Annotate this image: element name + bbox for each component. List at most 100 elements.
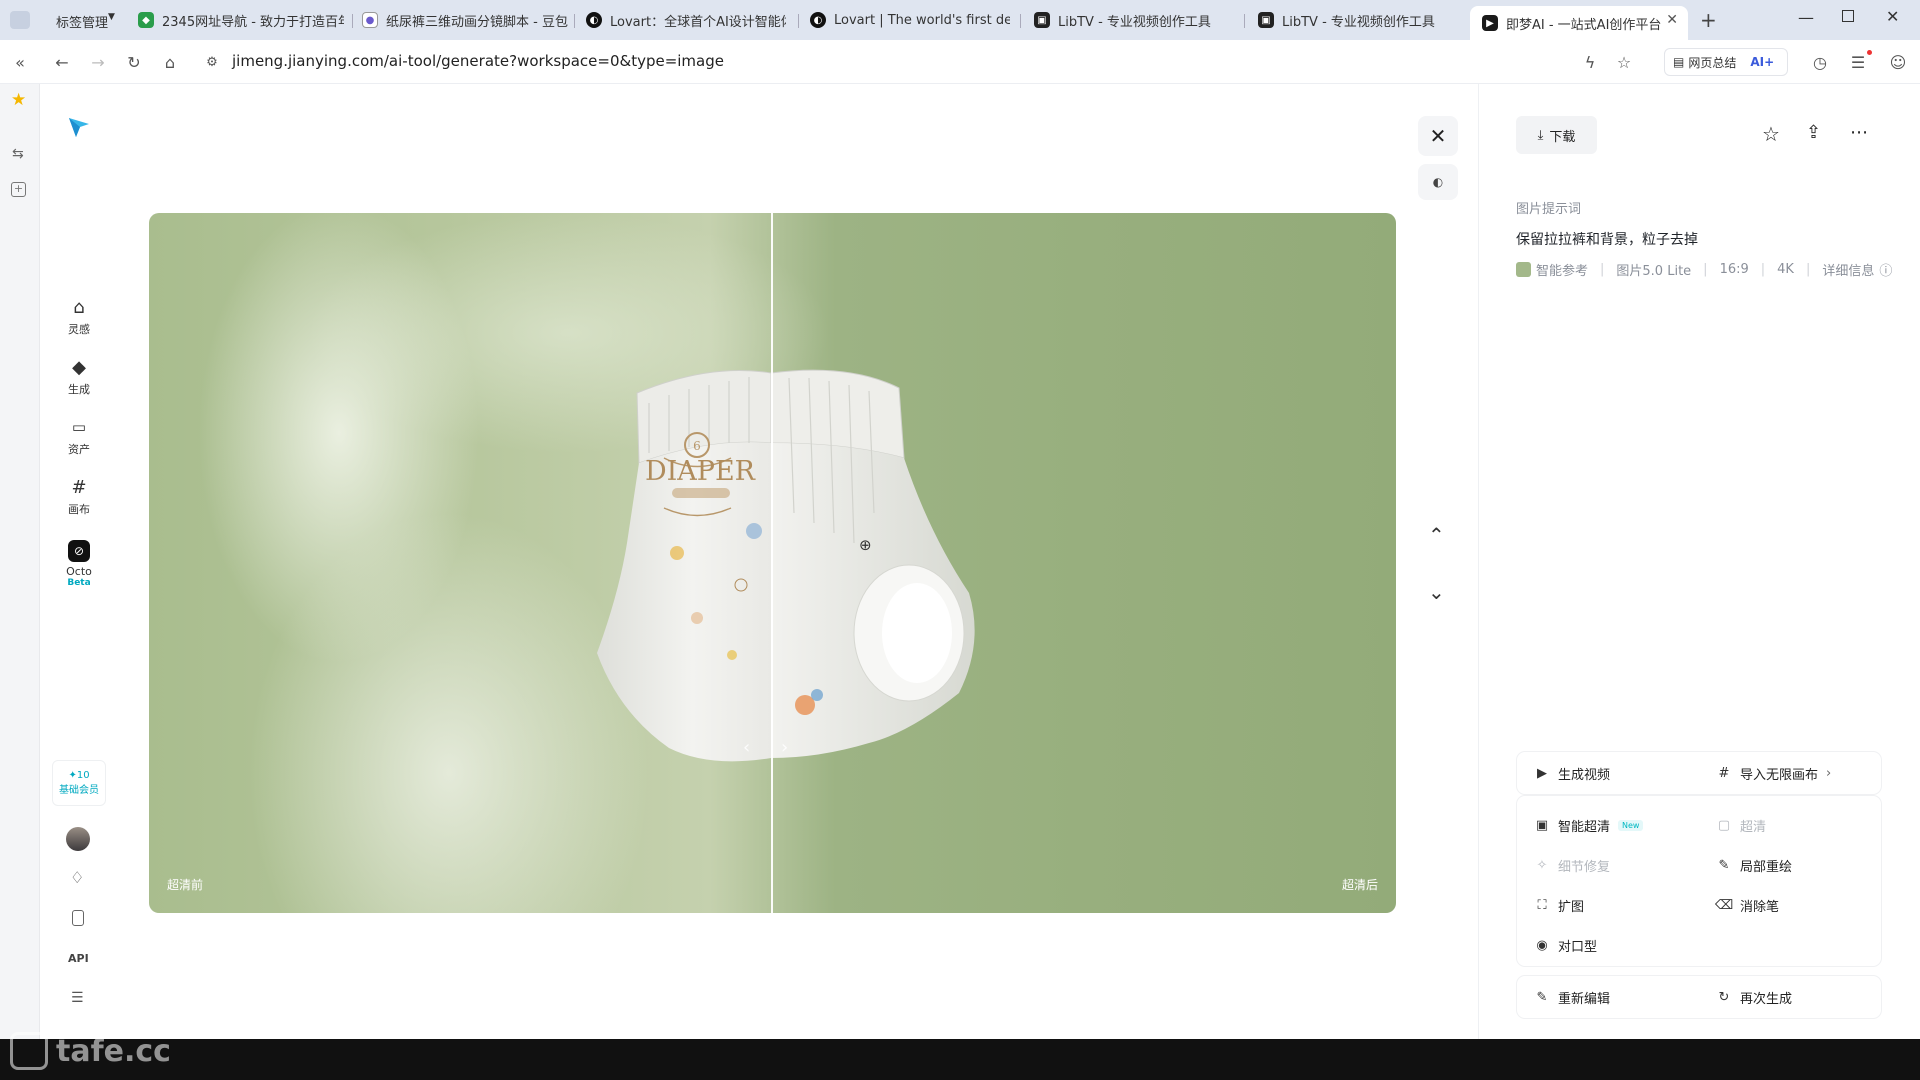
compare-slider-line[interactable]: [771, 213, 773, 913]
tab-favicon-icon: ◐: [810, 12, 826, 28]
tab-favicon-icon: ▣: [1034, 12, 1050, 28]
beta-badge: Beta: [67, 578, 91, 588]
chevron-down-icon[interactable]: ▼: [108, 12, 115, 22]
download-icon: ⤓: [1537, 127, 1544, 143]
action-label: 重新编辑: [1558, 992, 1611, 1007]
meta-model: 图片5.0 Lite: [1616, 264, 1692, 279]
chevron-right-icon[interactable]: ›: [781, 737, 788, 758]
new-badge: New: [1618, 820, 1644, 831]
import-canvas-button[interactable]: # 导入无限画布 ›: [1716, 764, 1832, 783]
action-label: 再次生成: [1740, 992, 1793, 1007]
info-icon[interactable]: ⓘ: [1879, 260, 1892, 279]
regenerate-button[interactable]: ↻ 再次生成: [1716, 988, 1792, 1007]
reload-icon[interactable]: ↻: [122, 50, 146, 74]
download-button[interactable]: ⤓ 下载: [1516, 116, 1597, 154]
nav-item-inspiration[interactable]: ⌂ 灵感: [40, 296, 118, 337]
action-label: 智能超清: [1558, 820, 1611, 835]
profile-icon[interactable]: ☺: [1886, 50, 1910, 74]
nav-item-label: 灵感: [68, 323, 90, 336]
new-tab-icon[interactable]: +: [1700, 8, 1717, 32]
page-summary-button[interactable]: ▤ 网页总结 AI+: [1664, 48, 1788, 76]
switch-icon[interactable]: ⇆: [12, 146, 24, 162]
action-label: 消除笔: [1740, 900, 1780, 915]
home-icon: ⌂: [73, 296, 85, 318]
image-compare-viewer[interactable]: 6 DIAPER ‹ › ⊕ 超清前 超清后: [149, 213, 1396, 913]
lightning-icon[interactable]: ϟ: [1578, 50, 1602, 74]
tab-menu-icon[interactable]: [10, 11, 30, 29]
before-label: 超清前: [167, 878, 204, 892]
svg-text:6: 6: [693, 439, 701, 453]
favorite-star-icon[interactable]: ☆: [1762, 122, 1780, 146]
eraser-icon: ⌫: [1714, 898, 1734, 913]
browser-tab-bar: 标签管理 ▼ ◆ 2345网址导航 - 致力于打造百年 ● 纸尿裤三维动画分镜脚…: [0, 0, 1920, 40]
ai-label: AI+: [1750, 55, 1775, 69]
action-label: 局部重绘: [1740, 860, 1793, 875]
api-link[interactable]: API: [68, 952, 89, 965]
notification-dot: [1867, 50, 1872, 55]
close-window-icon[interactable]: ✕: [1886, 7, 1899, 26]
chevron-left-icon[interactable]: ‹: [743, 737, 750, 758]
tab-title: Lovart：全球首个AI设计智能体: [610, 14, 786, 30]
tab-favicon-icon: ●: [362, 12, 378, 28]
bottom-bar: [0, 1039, 1920, 1080]
bookmark-star-icon[interactable]: ☆: [1612, 50, 1636, 74]
re-edit-button[interactable]: ✎ 重新编辑: [1534, 988, 1610, 1007]
more-icon[interactable]: ⋯: [1850, 122, 1868, 143]
zoom-in-cursor-icon: ⊕: [859, 536, 872, 554]
tab-divider: [798, 14, 799, 28]
bell-icon[interactable]: ♢: [70, 868, 84, 887]
toggle-compare-icon[interactable]: ◐: [1418, 164, 1458, 200]
browser-tab[interactable]: ◐ Lovart：全球首个AI设计智能体: [586, 6, 786, 34]
browser-tab[interactable]: ▣ LibTV - 专业视频创作工具: [1258, 6, 1458, 34]
chevron-right-icon: ›: [1826, 766, 1832, 781]
nav-item-canvas[interactable]: # 画布: [40, 476, 118, 517]
close-tab-icon[interactable]: ✕: [1666, 12, 1678, 28]
browser-tab[interactable]: ● 纸尿裤三维动画分镜脚本 - 豆包: [362, 6, 568, 34]
tab-group-label[interactable]: 标签管理: [56, 12, 108, 31]
nav-item-assets[interactable]: ▭ 资产: [40, 416, 118, 457]
chevron-down-icon[interactable]: ⌄: [1428, 580, 1445, 604]
meta-details-link[interactable]: 详细信息: [1822, 260, 1874, 279]
mobile-icon[interactable]: [72, 910, 84, 926]
smart-hd-button[interactable]: ▣ 智能超清 New: [1534, 816, 1644, 835]
avatar[interactable]: [66, 827, 90, 851]
site-info-icon[interactable]: ⚙: [200, 50, 224, 74]
membership-card[interactable]: ✦10 基础会员: [52, 760, 106, 806]
forward-icon[interactable]: →: [86, 50, 110, 74]
minimize-icon[interactable]: —: [1798, 8, 1814, 27]
generate-video-button[interactable]: ▶ 生成视频: [1534, 764, 1610, 783]
inpaint-button[interactable]: ✎ 局部重绘: [1716, 856, 1792, 875]
tab-title: 纸尿裤三维动画分镜脚本 - 豆包: [386, 14, 568, 30]
browser-tab[interactable]: ▣ LibTV - 专业视频创作工具: [1034, 6, 1234, 34]
expand-button[interactable]: ⛶ 扩图: [1534, 896, 1584, 915]
refresh-icon: ↻: [1718, 990, 1730, 1005]
chevron-up-icon[interactable]: ⌃: [1428, 523, 1445, 547]
octo-icon: ⊘: [68, 540, 90, 562]
nav-item-octo[interactable]: ⊘ Octo Beta: [40, 540, 118, 588]
browser-tab[interactable]: ◐ Lovart | The world's first design: [810, 6, 1010, 34]
jimeng-logo-icon[interactable]: [66, 114, 92, 140]
meta-ratio: 16:9: [1719, 262, 1749, 277]
back-icon[interactable]: ←: [50, 50, 74, 74]
eraser-button[interactable]: ⌫ 消除笔: [1714, 896, 1780, 915]
browser-tab[interactable]: ◆ 2345网址导航 - 致力于打造百年: [138, 6, 344, 34]
close-icon[interactable]: ✕: [1418, 116, 1458, 156]
menu-icon[interactable]: ☰: [71, 990, 84, 1006]
share-icon[interactable]: ⇪: [1806, 122, 1821, 143]
url-field[interactable]: jimeng.jianying.com/ai-tool/generate?wor…: [232, 52, 724, 70]
home-icon[interactable]: ⌂: [158, 50, 182, 74]
history-icon[interactable]: ◷: [1808, 50, 1832, 74]
nav-item-label: Octo: [66, 565, 92, 578]
action-label: 生成视频: [1558, 768, 1611, 783]
restore-icon[interactable]: [1842, 10, 1854, 22]
collapse-sidebar-icon[interactable]: «: [8, 50, 32, 74]
browser-tab-active[interactable]: ▶ 即梦AI - 一站式AI创作平台 ✕: [1470, 6, 1688, 40]
canvas-icon: #: [1718, 766, 1730, 781]
nav-item-generate[interactable]: ◆ 生成: [40, 356, 118, 397]
hd-button[interactable]: ▢ 超清: [1716, 816, 1766, 835]
detail-fix-button[interactable]: ✧ 细节修复: [1534, 856, 1610, 875]
video-icon: ▶: [1537, 766, 1547, 781]
lip-sync-button[interactable]: ◉ 对口型: [1534, 936, 1597, 955]
favorites-star-icon[interactable]: ★: [11, 90, 26, 110]
add-panel-icon[interactable]: +: [11, 182, 26, 197]
